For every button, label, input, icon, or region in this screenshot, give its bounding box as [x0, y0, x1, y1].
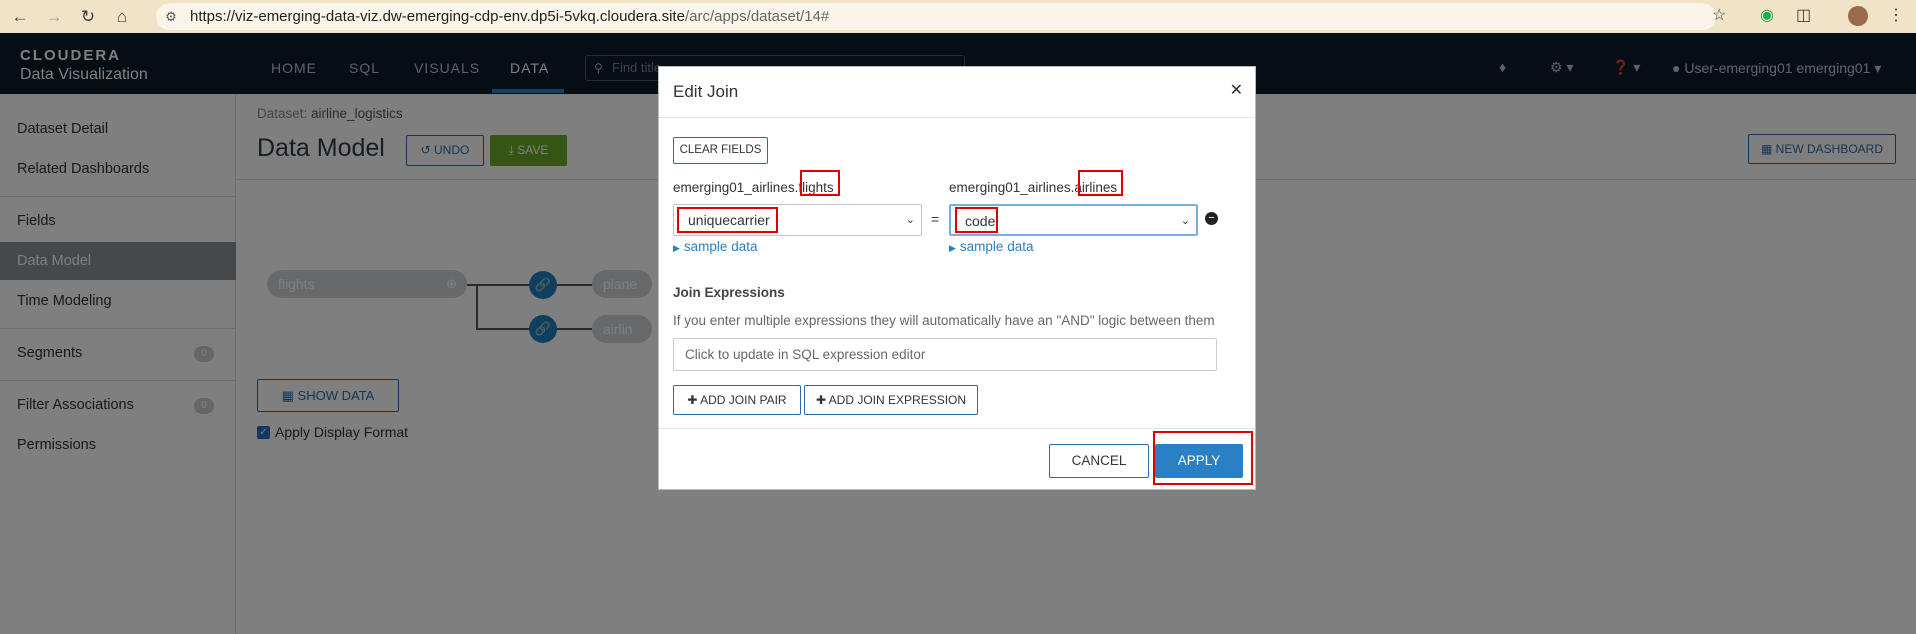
address-bar[interactable]: ⚙ https://viz-emerging-data-viz.dw-emerg… [156, 3, 1716, 30]
extensions-puzzle-icon[interactable]: ◫ [1796, 5, 1811, 25]
caret-right-icon: ▶ [949, 243, 956, 253]
highlight-right-field [955, 207, 998, 233]
sample-data-label: sample data [683, 239, 758, 254]
bookmark-star-icon[interactable]: ☆ [1712, 5, 1726, 25]
profile-avatar[interactable] [1848, 6, 1868, 26]
sql-expression-input[interactable]: Click to update in SQL expression editor [673, 338, 1217, 371]
reload-icon[interactable]: ↻ [74, 3, 102, 31]
caret-right-icon: ▶ [673, 243, 680, 253]
home-icon[interactable]: ⌂ [108, 3, 136, 31]
plus-icon: ✚ [815, 393, 829, 407]
join-expressions-title: Join Expressions [673, 285, 785, 300]
add-join-expression-label: ADD JOIN EXPRESSION [828, 393, 967, 407]
url-text[interactable]: https://viz-emerging-data-viz.dw-emergin… [190, 8, 829, 25]
browser-toolbar: ← → ↻ ⌂ ⚙ https://viz-emerging-data-viz.… [0, 0, 1916, 33]
dialog-footer-divider [659, 428, 1255, 429]
highlight-left-table [800, 170, 840, 196]
highlight-apply-button [1153, 431, 1253, 485]
site-settings-icon[interactable]: ⚙ [158, 9, 184, 25]
dialog-header-divider [659, 117, 1255, 118]
add-join-expression-button[interactable]: ✚ ADD JOIN EXPRESSION [804, 385, 978, 415]
left-schema-name: emerging01_airlines. [673, 180, 799, 195]
browser-menu-icon[interactable]: ⋮ [1888, 5, 1904, 25]
right-schema-name: emerging01_airlines. [949, 180, 1075, 195]
edit-join-dialog: Edit Join ✕ CLEAR FIELDS emerging01_airl… [658, 66, 1256, 490]
sample-data-label: sample data [959, 239, 1034, 254]
join-expressions-help: If you enter multiple expressions they w… [673, 313, 1215, 328]
clear-fields-button[interactable]: CLEAR FIELDS [673, 137, 768, 164]
plus-icon: ✚ [687, 393, 701, 407]
extension-eye-icon[interactable]: ◉ [1760, 5, 1774, 25]
close-icon[interactable]: ✕ [1230, 80, 1243, 100]
back-icon[interactable]: ← [6, 3, 34, 31]
dialog-title: Edit Join [673, 82, 739, 101]
add-join-pair-label: ADD JOIN PAIR [700, 393, 787, 407]
add-join-pair-button[interactable]: ✚ ADD JOIN PAIR [673, 385, 801, 415]
forward-icon[interactable]: → [40, 3, 68, 31]
right-sample-data-link[interactable]: ▶ sample data [949, 239, 1033, 254]
cancel-button[interactable]: CANCEL [1049, 444, 1149, 478]
highlight-left-field [677, 207, 778, 233]
url-path: /arc/apps/dataset/14# [684, 8, 830, 25]
left-sample-data-link[interactable]: ▶ sample data [673, 239, 757, 254]
remove-join-pair-icon[interactable]: − [1205, 212, 1218, 225]
url-host: https://viz-emerging-data-viz.dw-emergin… [190, 8, 685, 25]
chevron-down-icon: ⌄ [905, 214, 915, 226]
equals-sign: = [931, 211, 940, 227]
highlight-right-table [1078, 170, 1123, 196]
chevron-down-icon: ⌄ [1180, 215, 1190, 227]
